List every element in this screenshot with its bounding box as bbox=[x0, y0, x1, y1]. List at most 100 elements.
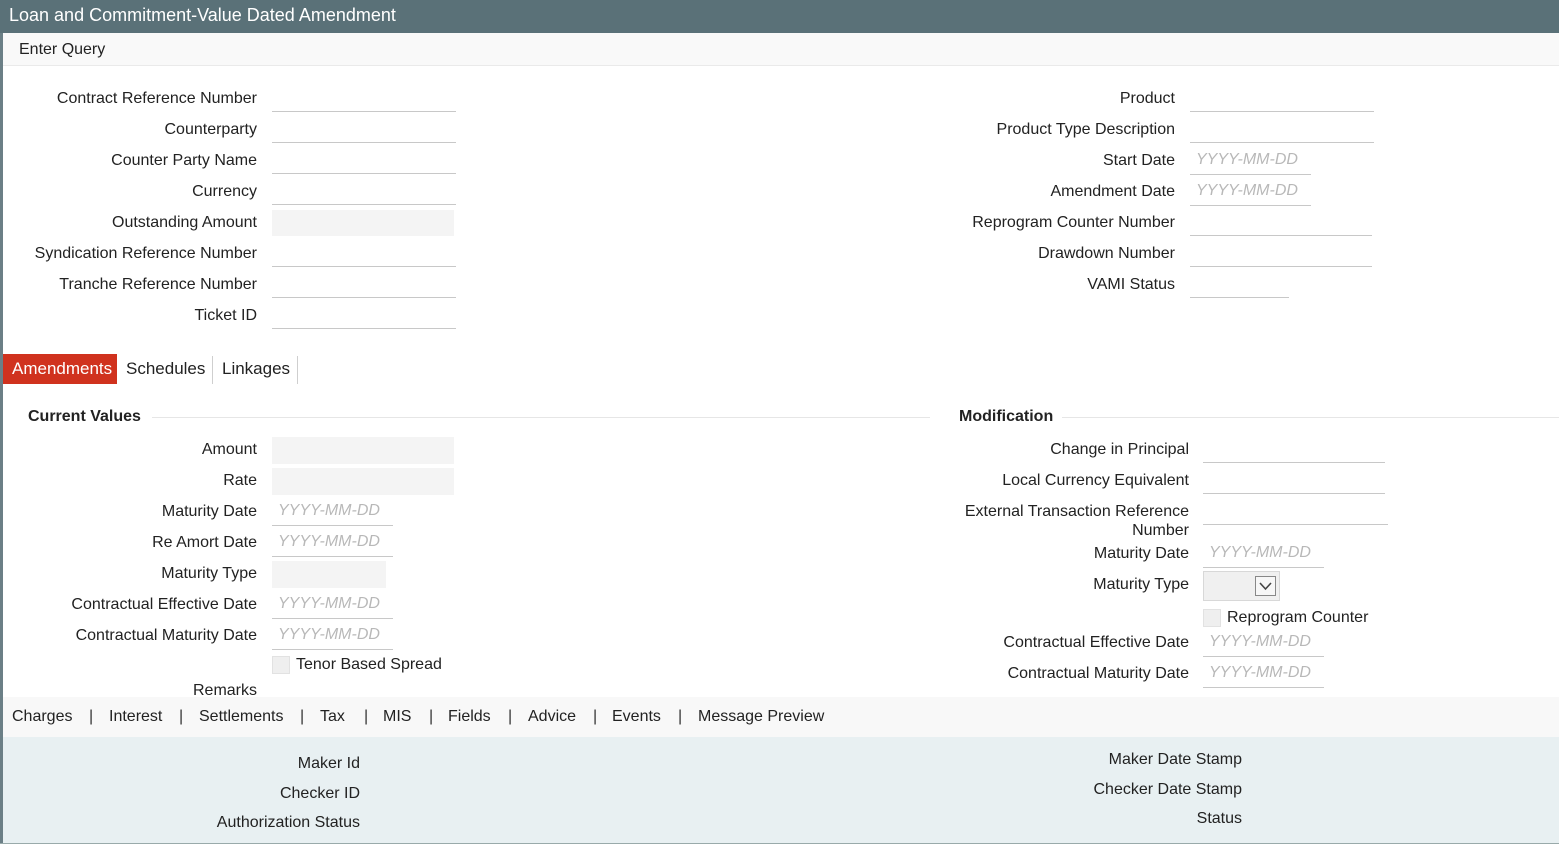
local-currency-equivalent-input[interactable] bbox=[1203, 470, 1385, 494]
contract-reference-number-label: Contract Reference Number bbox=[56, 90, 257, 107]
counter-party-name-label: Counter Party Name bbox=[111, 152, 257, 169]
change-in-principal-label: Change in Principal bbox=[1050, 441, 1189, 458]
start-date-input[interactable]: YYYY-MM-DD bbox=[1190, 149, 1311, 175]
change-in-principal-input[interactable] bbox=[1203, 439, 1385, 463]
section-divider bbox=[152, 417, 930, 418]
product-input[interactable] bbox=[1190, 88, 1374, 112]
message-preview-link[interactable]: Message Preview bbox=[698, 708, 824, 726]
vami-status-label: VAMI Status bbox=[1087, 276, 1175, 293]
tenor-based-spread-label: Tenor Based Spread bbox=[296, 656, 442, 673]
checker-id-label: Checker ID bbox=[279, 785, 360, 802]
query-toolbar: Enter Query bbox=[3, 33, 1559, 66]
current-values-heading: Current Values bbox=[28, 408, 141, 425]
new-maturity-type-label: Maturity Type bbox=[1093, 576, 1189, 593]
link-separator: | bbox=[364, 708, 369, 725]
maker-date-stamp-label: Maker Date Stamp bbox=[1108, 751, 1242, 768]
current-contractual-maturity-date-field: YYYY-MM-DD bbox=[272, 624, 393, 650]
link-separator: | bbox=[508, 708, 513, 725]
new-maturity-date-label: Maturity Date bbox=[1093, 545, 1189, 562]
new-contractual-effective-date-input[interactable]: YYYY-MM-DD bbox=[1203, 631, 1324, 657]
advice-link[interactable]: Advice bbox=[528, 708, 576, 726]
reprogram-counter-number-label: Reprogram Counter Number bbox=[972, 214, 1175, 231]
external-transaction-reference-label-line1: External Transaction Reference bbox=[964, 503, 1189, 520]
syndication-reference-number-label: Syndication Reference Number bbox=[34, 245, 257, 262]
product-type-description-input[interactable] bbox=[1190, 119, 1374, 143]
reprogram-counter-number-input[interactable] bbox=[1190, 212, 1372, 236]
link-separator: | bbox=[678, 708, 683, 725]
counter-party-name-input[interactable] bbox=[272, 150, 456, 174]
current-contractual-maturity-date-label: Contractual Maturity Date bbox=[75, 627, 257, 644]
currency-label: Currency bbox=[192, 183, 257, 200]
checker-date-stamp-label: Checker Date Stamp bbox=[1093, 781, 1242, 798]
ticket-id-label: Ticket ID bbox=[194, 307, 257, 324]
section-divider bbox=[1062, 417, 1559, 418]
current-maturity-date-label: Maturity Date bbox=[161, 503, 257, 520]
tab-amendments[interactable]: Amendments bbox=[3, 354, 117, 384]
tab-divider bbox=[297, 356, 298, 384]
current-contractual-effective-date-label: Contractual Effective Date bbox=[71, 596, 257, 613]
link-separator: | bbox=[429, 708, 434, 725]
interest-link[interactable]: Interest bbox=[109, 708, 162, 726]
amendment-date-input[interactable]: YYYY-MM-DD bbox=[1190, 180, 1311, 206]
tranche-reference-number-input[interactable] bbox=[272, 274, 456, 298]
contract-reference-number-input[interactable] bbox=[272, 88, 456, 112]
enter-query-button[interactable]: Enter Query bbox=[19, 41, 105, 59]
ticket-id-input[interactable] bbox=[272, 305, 456, 329]
current-contractual-effective-date-field: YYYY-MM-DD bbox=[272, 593, 393, 619]
link-separator: | bbox=[300, 708, 305, 725]
events-link[interactable]: Events bbox=[612, 708, 661, 726]
link-separator: | bbox=[179, 708, 184, 725]
charges-link[interactable]: Charges bbox=[12, 708, 72, 726]
new-maturity-date-input[interactable]: YYYY-MM-DD bbox=[1203, 542, 1324, 568]
current-maturity-type-field bbox=[272, 561, 386, 588]
external-transaction-reference-input[interactable] bbox=[1203, 501, 1388, 525]
mis-link[interactable]: MIS bbox=[383, 708, 411, 726]
outstanding-amount-field bbox=[272, 210, 454, 236]
current-amount-label: Amount bbox=[201, 441, 257, 458]
settlements-link[interactable]: Settlements bbox=[199, 708, 283, 726]
status-label: Status bbox=[1196, 810, 1242, 827]
outstanding-amount-label: Outstanding Amount bbox=[112, 214, 257, 231]
product-label: Product bbox=[1119, 90, 1175, 107]
window-title-bar: Loan and Commitment-Value Dated Amendmen… bbox=[0, 0, 1559, 33]
modification-heading: Modification bbox=[959, 408, 1054, 425]
reprogram-counter-label: Reprogram Counter bbox=[1227, 609, 1369, 626]
current-rate-field bbox=[272, 468, 454, 495]
current-rate-label: Rate bbox=[223, 472, 257, 489]
link-separator: | bbox=[593, 708, 598, 725]
external-transaction-reference-label-line2: Number bbox=[1132, 522, 1189, 539]
drawdown-number-label: Drawdown Number bbox=[1038, 245, 1175, 262]
re-amort-date-field: YYYY-MM-DD bbox=[272, 531, 393, 557]
new-contractual-maturity-date-label: Contractual Maturity Date bbox=[1007, 665, 1189, 682]
reprogram-counter-checkbox[interactable] bbox=[1203, 609, 1221, 627]
product-type-description-label: Product Type Description bbox=[996, 121, 1175, 138]
current-amount-field bbox=[272, 437, 454, 464]
tab-schedules[interactable]: Schedules bbox=[117, 354, 213, 384]
start-date-label: Start Date bbox=[1102, 152, 1175, 169]
link-separator: | bbox=[89, 708, 94, 725]
window-bottom-border bbox=[0, 843, 1559, 848]
maturity-type-select[interactable] bbox=[1203, 571, 1280, 601]
counterparty-input[interactable] bbox=[272, 119, 456, 143]
current-maturity-date-field: YYYY-MM-DD bbox=[272, 500, 393, 526]
amendment-date-label: Amendment Date bbox=[1050, 183, 1175, 200]
window-title: Loan and Commitment-Value Dated Amendmen… bbox=[9, 5, 396, 25]
vami-status-input[interactable] bbox=[1190, 274, 1289, 298]
currency-input[interactable] bbox=[272, 181, 456, 205]
new-contractual-maturity-date-input[interactable]: YYYY-MM-DD bbox=[1203, 662, 1324, 688]
chevron-down-icon[interactable] bbox=[1255, 576, 1276, 596]
tranche-reference-number-label: Tranche Reference Number bbox=[59, 276, 257, 293]
re-amort-date-label: Re Amort Date bbox=[152, 534, 257, 551]
tenor-based-spread-checkbox[interactable] bbox=[272, 656, 290, 674]
syndication-reference-number-input[interactable] bbox=[272, 243, 456, 267]
authorization-status-label: Authorization Status bbox=[216, 814, 360, 831]
tax-link[interactable]: Tax bbox=[320, 708, 345, 726]
new-contractual-effective-date-label: Contractual Effective Date bbox=[1003, 634, 1189, 651]
drawdown-number-input[interactable] bbox=[1190, 243, 1372, 267]
subscreen-link-bar: Charges | Interest | Settlements | Tax |… bbox=[3, 697, 1559, 737]
fields-link[interactable]: Fields bbox=[448, 708, 491, 726]
local-currency-equivalent-label: Local Currency Equivalent bbox=[1002, 472, 1189, 489]
audit-footer: Maker Id Checker ID Authorization Status… bbox=[3, 737, 1559, 843]
maker-id-label: Maker Id bbox=[297, 755, 360, 772]
tab-linkages[interactable]: Linkages bbox=[213, 354, 299, 384]
